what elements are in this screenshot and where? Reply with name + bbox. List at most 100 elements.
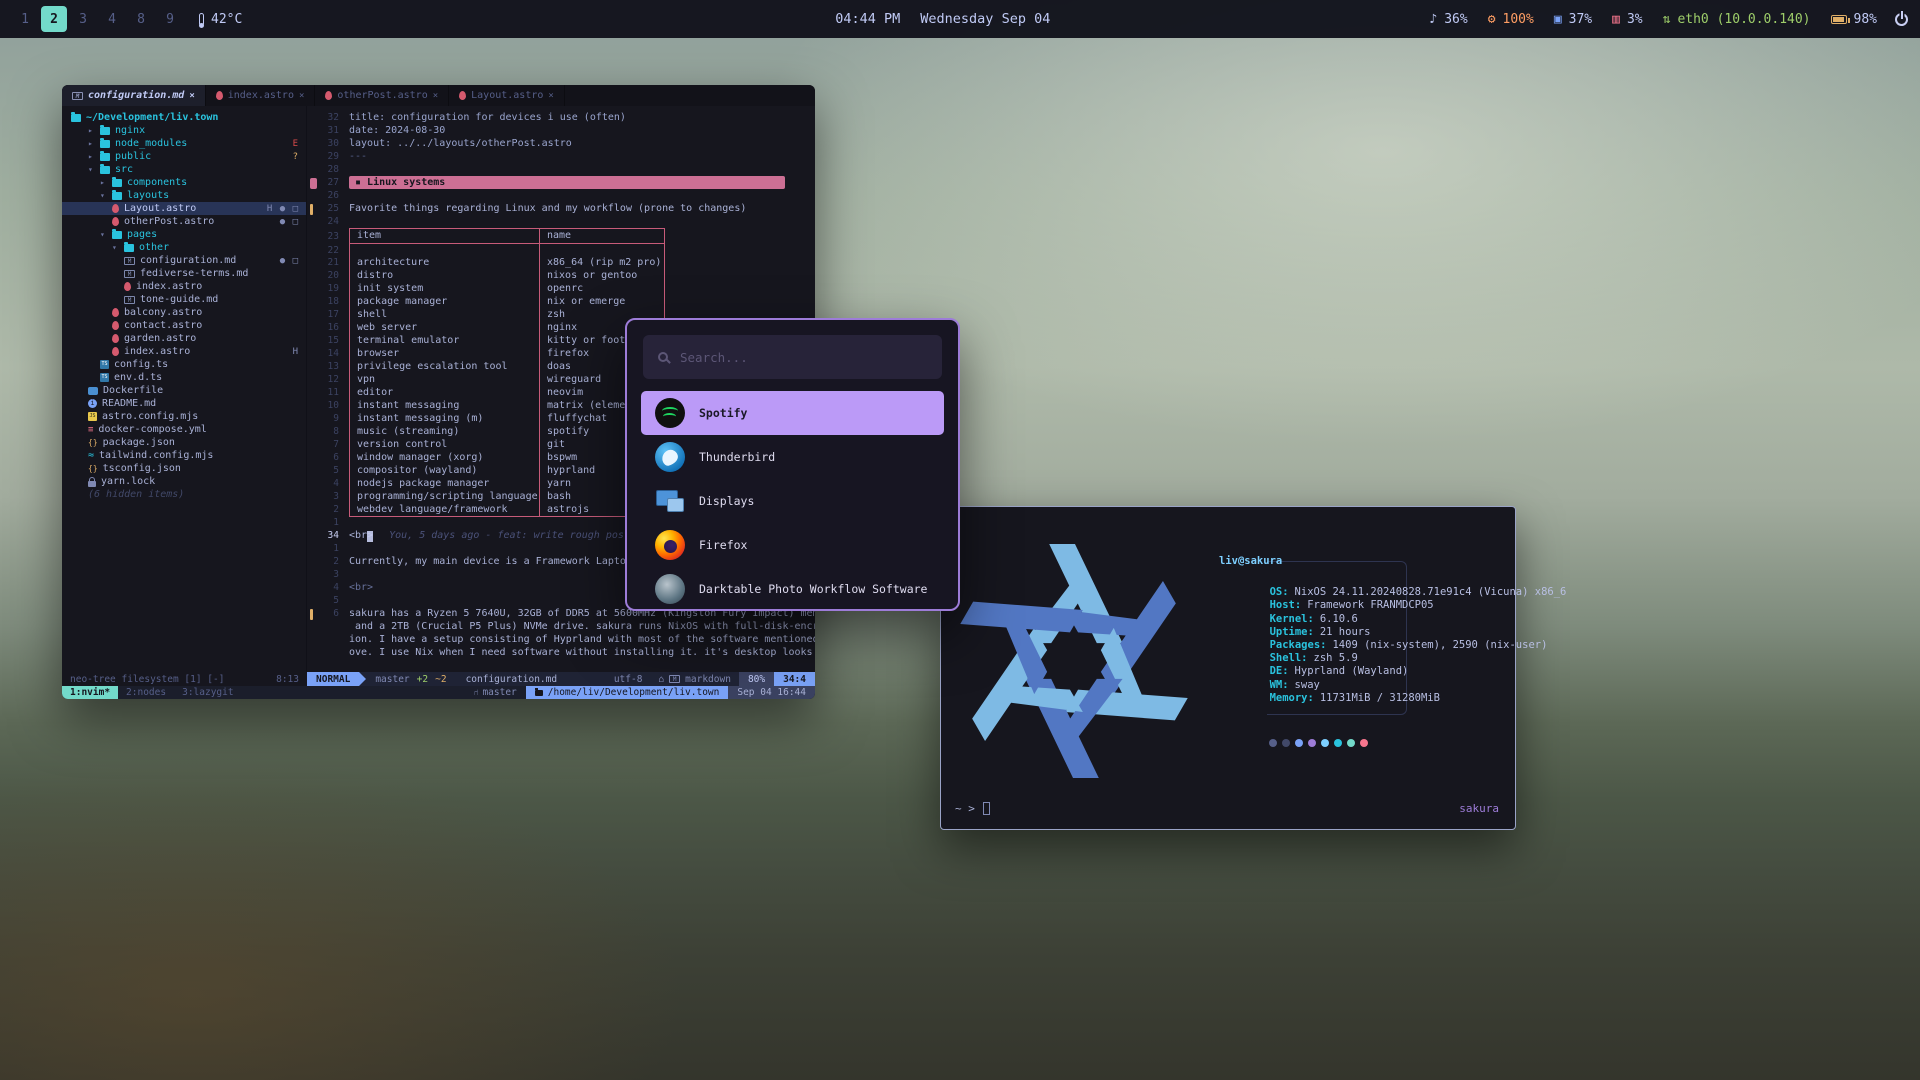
astro-icon bbox=[124, 282, 131, 291]
folder-open-icon bbox=[100, 166, 110, 174]
bar-module[interactable]: 100% bbox=[1488, 12, 1534, 27]
tmux-window[interactable]: 3:lazygit bbox=[174, 686, 241, 699]
tmux-window[interactable]: 2:nodes bbox=[118, 686, 174, 699]
workspace-button[interactable]: 1 bbox=[12, 6, 38, 32]
line-number: 19 bbox=[328, 283, 339, 294]
tree-item[interactable]: tone-guide.md bbox=[62, 293, 306, 306]
gutter: 3 bbox=[307, 569, 349, 580]
tree-item[interactable]: public ? bbox=[62, 150, 306, 163]
tree-item[interactable]: Layout.astro H ● □ bbox=[62, 202, 306, 215]
tab-close-icon[interactable]: × bbox=[189, 91, 194, 101]
spotify-icon bbox=[655, 398, 685, 428]
tab-close-icon[interactable]: × bbox=[299, 91, 304, 101]
power-button[interactable] bbox=[1895, 13, 1908, 26]
tmux-window[interactable]: 1:nvim* bbox=[62, 686, 118, 699]
table-cell-item: architecture bbox=[349, 256, 539, 269]
tab-close-icon[interactable]: × bbox=[433, 91, 438, 101]
launcher-item[interactable]: Darktable Photo Workflow Software bbox=[641, 567, 944, 611]
workspace-button[interactable]: 8 bbox=[128, 6, 154, 32]
fastfetch-terminal[interactable]: liv@sakura OS:NixOS 24.11.20240828.71e91… bbox=[940, 506, 1516, 830]
tree-item[interactable]: env.d.ts bbox=[62, 371, 306, 384]
tree-item[interactable]: src bbox=[62, 163, 306, 176]
tree-item-label: package.json bbox=[103, 437, 175, 448]
tree-item[interactable]: contact.astro bbox=[62, 319, 306, 332]
tab-close-icon[interactable]: × bbox=[548, 91, 553, 101]
color-palette bbox=[1269, 739, 1368, 747]
tmux-git-branch: master bbox=[465, 686, 526, 699]
darktable-icon bbox=[655, 574, 685, 604]
bar-module[interactable]: 3% bbox=[1612, 12, 1642, 27]
tree-item[interactable]: tsconfig.json bbox=[62, 462, 306, 475]
table-separator-row: 22 bbox=[307, 244, 815, 256]
bar-module[interactable]: 36% bbox=[1429, 12, 1467, 27]
buffer-tab[interactable]: index.astro × bbox=[206, 85, 316, 106]
bar-module[interactable]: eth0 (10.0.0.140) bbox=[1663, 12, 1811, 27]
tree-item[interactable]: Dockerfile bbox=[62, 384, 306, 397]
tree-item[interactable]: node_modules E bbox=[62, 137, 306, 150]
workspace-button[interactable]: 3 bbox=[70, 6, 96, 32]
bar-module[interactable]: 37% bbox=[1554, 12, 1592, 27]
tree-item[interactable]: pages bbox=[62, 228, 306, 241]
fetch-label: Kernel: bbox=[1270, 613, 1314, 625]
os-icon bbox=[658, 674, 664, 685]
tree-item[interactable]: layouts bbox=[62, 189, 306, 202]
buffer-tab[interactable]: otherPost.astro × bbox=[315, 85, 449, 106]
astro-icon bbox=[112, 321, 119, 330]
tree-item[interactable]: package.json bbox=[62, 436, 306, 449]
color-dot bbox=[1321, 739, 1329, 747]
tree-item[interactable]: tailwind.config.mjs bbox=[62, 449, 306, 462]
launcher-item[interactable]: Thunderbird bbox=[641, 435, 944, 479]
line-number: 10 bbox=[328, 400, 339, 411]
tree-item-label: config.ts bbox=[114, 359, 168, 370]
buffer-tab[interactable]: configuration.md × bbox=[62, 85, 206, 106]
tree-item[interactable]: fediverse-terms.md bbox=[62, 267, 306, 280]
folder-open-icon bbox=[112, 231, 122, 239]
tree-item[interactable]: components bbox=[62, 176, 306, 189]
tree-item-label: tailwind.config.mjs bbox=[99, 450, 213, 461]
bar-module[interactable]: 98% bbox=[1831, 12, 1877, 27]
fetch-label: OS: bbox=[1270, 586, 1289, 598]
buffer-tab[interactable]: Layout.astro × bbox=[449, 85, 565, 106]
tree-item[interactable]: astro.config.mjs bbox=[62, 410, 306, 423]
neotree-status-text: neo-tree filesystem [1] [-] bbox=[70, 674, 224, 685]
tree-item[interactable]: docker-compose.yml bbox=[62, 423, 306, 436]
tree-item-label: public bbox=[115, 151, 151, 162]
tree-item[interactable]: index.astro H bbox=[62, 345, 306, 358]
tree-item[interactable]: configuration.md ● □ bbox=[62, 254, 306, 267]
tree-item[interactable]: other bbox=[62, 241, 306, 254]
js-icon bbox=[88, 412, 97, 421]
memory-icon bbox=[1612, 12, 1620, 27]
tree-item[interactable]: otherPost.astro ● □ bbox=[62, 215, 306, 228]
workspace-button[interactable]: 2 bbox=[41, 6, 67, 32]
launcher-item[interactable]: Firefox bbox=[641, 523, 944, 567]
tree-item[interactable]: balcony.astro bbox=[62, 306, 306, 319]
nixos-logo bbox=[955, 533, 1193, 789]
color-dot bbox=[1269, 739, 1277, 747]
search-input[interactable]: Search... bbox=[643, 335, 942, 379]
line-number: 32 bbox=[328, 112, 339, 123]
tree-item[interactable]: index.astro bbox=[62, 280, 306, 293]
workspace-button[interactable]: 4 bbox=[99, 6, 125, 32]
line-number: 27 bbox=[328, 177, 339, 188]
folder-icon bbox=[71, 114, 81, 122]
tree-root[interactable]: ~/Development/liv.town bbox=[62, 111, 306, 124]
editor-line: 25 Favorite things regarding Linux and m… bbox=[307, 202, 815, 215]
tree-item[interactable]: yarn.lock bbox=[62, 475, 306, 488]
tree-item-label: node_modules bbox=[115, 138, 187, 149]
launcher-item-label: Firefox bbox=[699, 538, 747, 552]
tree-item-label: other bbox=[139, 242, 169, 253]
tree-item[interactable]: config.ts bbox=[62, 358, 306, 371]
tree-item[interactable]: garden.astro bbox=[62, 332, 306, 345]
tree-item[interactable]: (6 hidden items) bbox=[62, 488, 306, 501]
launcher-item[interactable]: Spotify bbox=[641, 391, 944, 435]
table-cell-item: terminal emulator bbox=[349, 334, 539, 347]
tree-item[interactable]: nginx bbox=[62, 124, 306, 137]
line-number: 3 bbox=[333, 491, 339, 502]
workspace-button[interactable]: 9 bbox=[157, 6, 183, 32]
launcher-item[interactable]: Displays bbox=[641, 479, 944, 523]
tree-item[interactable]: README.md bbox=[62, 397, 306, 410]
line-number: 21 bbox=[328, 257, 339, 268]
json-icon bbox=[88, 463, 98, 474]
gutter-sign bbox=[310, 204, 313, 215]
table-cell-name: nixos or gentoo bbox=[539, 269, 665, 282]
